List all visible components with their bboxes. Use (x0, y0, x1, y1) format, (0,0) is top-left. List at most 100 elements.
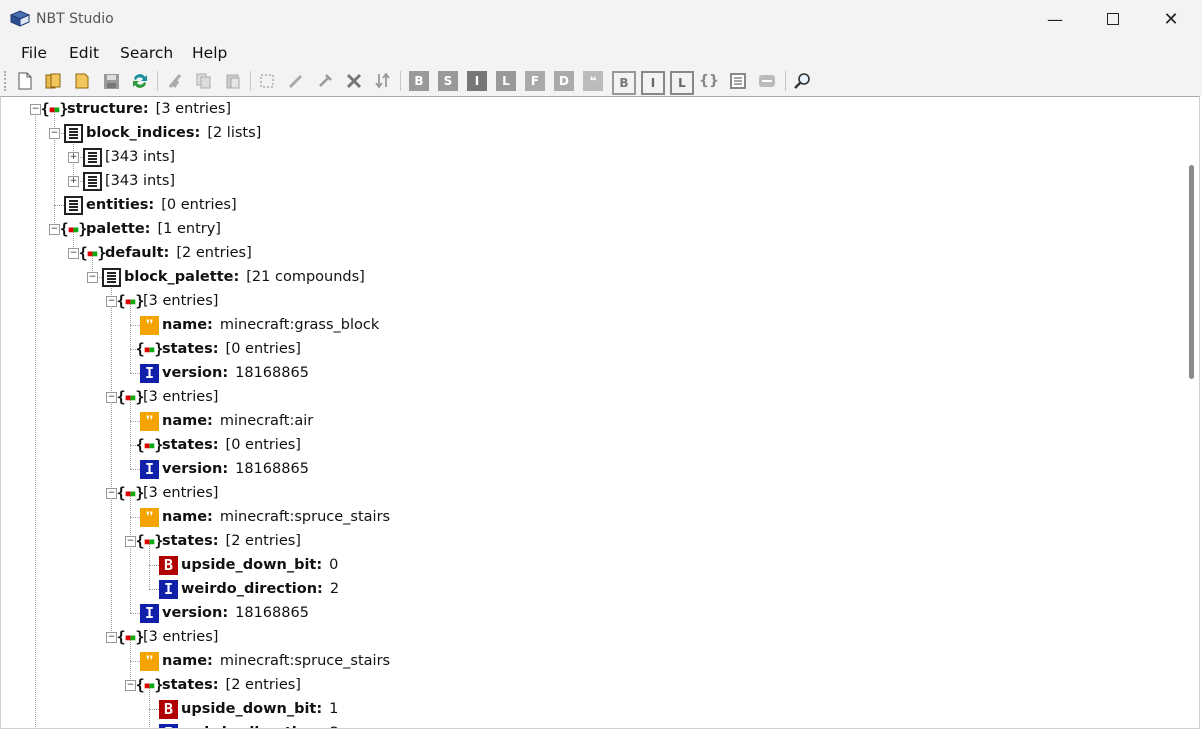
add-compound-icon[interactable]: {} (699, 71, 719, 91)
open-file-icon[interactable] (43, 71, 63, 91)
add-float-icon[interactable]: F (525, 71, 545, 91)
tree-node[interactable]: {■ ■} default: [2 entries] (79, 242, 252, 264)
collapse-toggle[interactable]: − (49, 128, 60, 139)
tree-node[interactable]: block_indices: [2 lists] (64, 122, 261, 144)
collapse-toggle[interactable]: − (68, 248, 79, 259)
tree-node[interactable]: Iversion: 18168865 (140, 362, 309, 384)
add-long-array-icon[interactable]: L (670, 71, 694, 95)
menu-edit[interactable]: Edit (69, 44, 99, 62)
tree-node[interactable]: ❞ name: minecraft:air (140, 410, 313, 432)
tree-node[interactable]: [343 ints] (83, 146, 175, 168)
tree-node[interactable]: ❞ name: minecraft:spruce_stairs (140, 506, 390, 528)
vertical-scrollbar[interactable] (1183, 97, 1199, 728)
collapse-toggle[interactable]: − (106, 632, 117, 643)
tree-node[interactable]: ❞ name: minecraft:spruce_stairs (140, 650, 390, 672)
tree-node[interactable]: Iversion: 18168865 (140, 458, 309, 480)
tree-node[interactable]: {■ ■} states: [2 entries] (136, 530, 301, 552)
tag-name: name: (162, 653, 213, 669)
tree-node[interactable]: {■ ■} structure: [3 entries] (41, 98, 231, 120)
tree-node[interactable]: {■ ■} palette: [1 entry] (59, 218, 221, 240)
tree-node[interactable]: {■ ■} [3 entries] (117, 290, 219, 312)
collapse-toggle[interactable]: − (30, 104, 41, 115)
collapse-toggle[interactable]: − (106, 488, 117, 499)
add-chunk-icon[interactable] (757, 71, 777, 91)
paste-icon[interactable] (223, 71, 243, 91)
collapse-toggle[interactable]: − (106, 296, 117, 307)
menu-file[interactable]: File (21, 44, 47, 62)
list-tag-icon (83, 147, 102, 167)
add-string-icon[interactable]: ❝ (583, 71, 603, 91)
tree-node[interactable]: {■ ■} [3 entries] (117, 386, 219, 408)
maximize-button[interactable] (1084, 0, 1142, 38)
add-byte-icon[interactable]: B (409, 71, 429, 91)
search-icon[interactable] (792, 71, 812, 91)
menu-search[interactable]: Search (120, 44, 173, 62)
collapse-toggle[interactable]: − (125, 536, 136, 547)
tree-guide-line (130, 661, 140, 662)
expand-toggle[interactable]: + (68, 152, 79, 163)
tree-node[interactable]: {■ ■} states: [0 entries] (136, 338, 301, 360)
tree-node[interactable]: Iweirdo_direction: 2 (159, 578, 339, 600)
tree-guide-line (130, 517, 140, 518)
menu-help[interactable]: Help (192, 44, 227, 62)
list-tag-icon (102, 267, 121, 287)
tree-node[interactable]: Bupside_down_bit: 1 (159, 698, 338, 720)
edit-icon[interactable] (315, 71, 335, 91)
tag-name: name: (162, 509, 213, 525)
tree-node[interactable]: entities: [0 entries] (64, 194, 237, 216)
open-folder-icon[interactable] (72, 71, 92, 91)
cut-icon[interactable] (165, 71, 185, 91)
tree-node[interactable]: Bupside_down_bit: 0 (159, 554, 338, 576)
tag-value: [3 entries] (143, 293, 219, 309)
collapse-toggle[interactable]: − (106, 392, 117, 403)
refresh-icon[interactable] (130, 71, 150, 91)
string-tag-icon: ❞ (140, 411, 159, 431)
collapse-toggle[interactable]: − (125, 680, 136, 691)
tag-name: states: (162, 341, 219, 357)
tree-node[interactable]: ❞ name: minecraft:grass_block (140, 314, 379, 336)
tag-name: states: (162, 437, 219, 453)
tree-node[interactable]: [343 ints] (83, 170, 175, 192)
tree-node[interactable]: {■ ■} [3 entries] (116, 626, 219, 648)
new-file-icon[interactable] (15, 71, 35, 91)
tag-value: 18168865 (235, 365, 309, 381)
collapse-toggle[interactable]: − (87, 272, 98, 283)
add-int-array-icon[interactable]: I (641, 71, 665, 95)
add-byte-array-icon[interactable]: B (612, 71, 636, 95)
add-list-icon[interactable] (728, 71, 748, 91)
sort-icon[interactable] (373, 71, 393, 91)
tree-guide-line (130, 469, 140, 470)
tree-guide-line (130, 493, 131, 613)
collapse-toggle[interactable]: − (49, 224, 60, 235)
tree-node[interactable]: {■ ■} states: [2 entries] (135, 674, 301, 696)
rename-icon[interactable] (286, 71, 306, 91)
tree-node[interactable]: block_palette: [21 compounds] (102, 266, 365, 288)
tree-guide-line (130, 325, 140, 326)
int-tag-icon: I (140, 363, 159, 383)
add-double-icon[interactable]: D (554, 71, 574, 91)
copy-icon[interactable] (194, 71, 214, 91)
tag-value: 18168865 (235, 605, 309, 621)
compound-tag-icon: {■ ■} (135, 676, 164, 694)
add-short-icon[interactable]: S (438, 71, 458, 91)
expand-toggle[interactable]: + (68, 176, 79, 187)
add-int-icon[interactable]: I (467, 71, 487, 91)
delete-icon[interactable] (344, 71, 364, 91)
scrollbar-thumb[interactable] (1189, 165, 1194, 379)
tree-node[interactable]: Iweirdo_direction: 2 (159, 722, 339, 728)
tag-name: entities: (86, 197, 155, 213)
tree-node[interactable]: Iversion: 18168865 (140, 602, 309, 624)
add-long-icon[interactable]: L (496, 71, 516, 91)
compound-tag-icon: {■ ■} (59, 220, 88, 238)
compound-tag-icon: {■ ■} (116, 628, 145, 646)
tag-value: 1 (329, 701, 339, 717)
minimize-button[interactable]: — (1026, 0, 1084, 38)
select-icon[interactable] (257, 71, 277, 91)
save-icon[interactable] (101, 71, 121, 91)
tag-name: weirdo_direction: (181, 581, 323, 597)
tree-node[interactable]: {■ ■} [3 entries] (117, 482, 219, 504)
nbt-tree-view[interactable]: −{■ ■} structure: [3 entries] − block_indices… (0, 96, 1200, 729)
close-button[interactable]: ✕ (1142, 0, 1200, 38)
tag-name: states: (162, 677, 219, 693)
tree-node[interactable]: {■ ■} states: [0 entries] (136, 434, 301, 456)
